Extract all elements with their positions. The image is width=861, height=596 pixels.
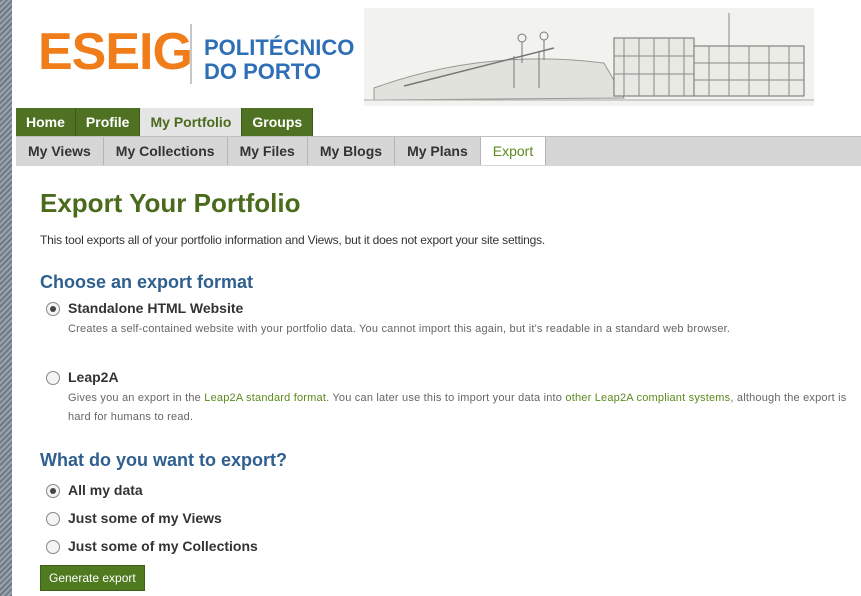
export-some-views-label: Just some of my Views [68, 510, 222, 526]
subtab-my-collections[interactable]: My Collections [104, 137, 228, 165]
logo-eseig: ESEIG [38, 23, 193, 81]
radio-some-views[interactable] [46, 512, 60, 527]
tab-home[interactable]: Home [16, 108, 76, 136]
radio-some-collections[interactable] [46, 540, 60, 555]
left-decorative-stripe [0, 0, 12, 596]
generate-export-button[interactable]: Generate export [40, 565, 145, 591]
subtab-export[interactable]: Export [480, 137, 547, 165]
subtab-my-files[interactable]: My Files [228, 137, 308, 165]
export-some-collections-label: Just some of my Collections [68, 538, 258, 554]
format-html-label: Standalone HTML Website [68, 300, 244, 316]
tab-profile[interactable]: Profile [75, 108, 141, 136]
export-option-all-data[interactable]: All my data [46, 482, 143, 499]
intro-text: This tool exports all of your portfolio … [40, 233, 546, 247]
format-option-html[interactable]: Standalone HTML Website [46, 300, 244, 317]
logo-line-1: POLITÉCNICO [204, 35, 355, 60]
logo-politecnico: POLITÉCNICO DO PORTO [204, 36, 354, 84]
radio-html-website[interactable] [46, 302, 60, 317]
subtab-my-plans[interactable]: My Plans [395, 137, 481, 165]
export-all-data-label: All my data [68, 482, 143, 498]
export-option-some-collections[interactable]: Just some of my Collections [46, 538, 258, 555]
format-option-leap2a[interactable]: Leap2A [46, 369, 119, 386]
primary-nav: Home Profile My Portfolio Groups [16, 108, 314, 136]
subtab-my-views[interactable]: My Views [16, 137, 104, 165]
logo-line-2: DO PORTO [204, 59, 321, 84]
subtab-my-blogs[interactable]: My Blogs [308, 137, 396, 165]
format-heading: Choose an export format [40, 272, 254, 292]
site-header: ESEIG POLITÉCNICO DO PORTO [16, 0, 861, 108]
format-html-description: Creates a self-contained website with yo… [68, 323, 731, 335]
what-heading: What do you want to export? [40, 450, 287, 470]
leap2a-desc-text-2: . You can later use this to import your … [326, 392, 566, 404]
format-leap2a-label: Leap2A [68, 369, 119, 385]
export-option-some-views[interactable]: Just some of my Views [46, 510, 222, 527]
leap2a-standard-format-link[interactable]: Leap2A standard format [204, 392, 326, 404]
leap2a-compliant-systems-link[interactable]: other Leap2A compliant systems [565, 392, 730, 404]
format-leap2a-description: Gives you an export in the Leap2A standa… [68, 389, 848, 427]
campus-building-sketch [364, 8, 814, 106]
logo-divider [190, 24, 192, 84]
radio-leap2a[interactable] [46, 371, 60, 386]
leap2a-desc-text-1: Gives you an export in the [68, 392, 205, 404]
tab-groups[interactable]: Groups [242, 108, 314, 136]
tab-my-portfolio[interactable]: My Portfolio [140, 108, 243, 136]
page-title: Export Your Portfolio [40, 188, 301, 218]
radio-all-data[interactable] [46, 484, 60, 499]
secondary-nav: My Views My Collections My Files My Blog… [16, 136, 861, 166]
